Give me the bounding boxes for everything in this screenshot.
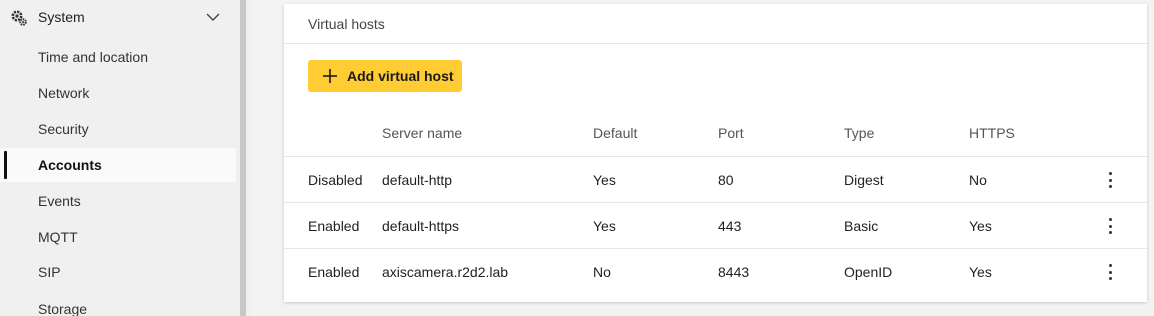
cell-type: OpenID <box>844 264 893 280</box>
table-row: Enabled default-https Yes 443 Basic Yes <box>284 202 1147 248</box>
cell-server-name: axiscamera.r2d2.lab <box>382 264 509 280</box>
virtual-hosts-card: Virtual hosts Add virtual host Server na… <box>284 4 1147 302</box>
more-options-icon[interactable] <box>1102 171 1118 189</box>
plus-icon <box>323 69 337 83</box>
column-header-port: Port <box>718 125 744 141</box>
add-virtual-host-button[interactable]: Add virtual host <box>308 60 462 92</box>
sidebar: System Time and location Network Securit… <box>0 0 240 316</box>
card-title: Virtual hosts <box>308 16 385 32</box>
column-header-server-name: Server name <box>382 125 463 141</box>
divider <box>284 43 1147 44</box>
cell-status: Enabled <box>308 264 360 280</box>
cell-status: Enabled <box>308 218 360 234</box>
cell-https: No <box>969 172 987 188</box>
cell-type: Basic <box>844 218 879 234</box>
sidebar-section-system[interactable]: System <box>0 0 236 36</box>
sidebar-item-sip[interactable]: SIP <box>0 255 236 289</box>
sidebar-item-accounts[interactable]: Accounts <box>0 148 236 182</box>
cell-type: Digest <box>844 172 884 188</box>
cell-port: 8443 <box>718 264 750 280</box>
sidebar-item-time-and-location[interactable]: Time and location <box>0 40 236 74</box>
chevron-down-icon[interactable] <box>205 11 221 23</box>
sidebar-item-events[interactable]: Events <box>0 184 236 218</box>
cell-default: Yes <box>593 218 616 234</box>
add-virtual-host-label: Add virtual host <box>347 68 454 84</box>
cell-server-name: default-http <box>382 172 453 188</box>
table-row: Disabled default-http Yes 80 Digest No <box>284 156 1147 202</box>
cell-https: Yes <box>969 218 992 234</box>
sidebar-item-network[interactable]: Network <box>0 76 236 110</box>
sidebar-gutter <box>246 0 252 316</box>
cell-server-name: default-https <box>382 218 460 234</box>
gear-icon <box>11 10 27 26</box>
column-header-https: HTTPS <box>969 125 1015 141</box>
more-options-icon[interactable] <box>1102 217 1118 235</box>
cell-port: 443 <box>718 218 742 234</box>
table-row: Enabled axiscamera.r2d2.lab No 8443 Open… <box>284 248 1147 294</box>
more-options-icon[interactable] <box>1102 263 1118 281</box>
cell-default: No <box>593 264 611 280</box>
cell-port: 80 <box>718 172 734 188</box>
column-header-default: Default <box>593 125 638 141</box>
column-header-type: Type <box>844 125 875 141</box>
sidebar-item-storage[interactable]: Storage <box>0 292 236 316</box>
sidebar-section-label: System <box>38 9 85 25</box>
cell-https: Yes <box>969 264 992 280</box>
cell-status: Disabled <box>308 172 363 188</box>
sidebar-item-mqtt[interactable]: MQTT <box>0 220 236 254</box>
cell-default: Yes <box>593 172 616 188</box>
sidebar-item-security[interactable]: Security <box>0 112 236 146</box>
